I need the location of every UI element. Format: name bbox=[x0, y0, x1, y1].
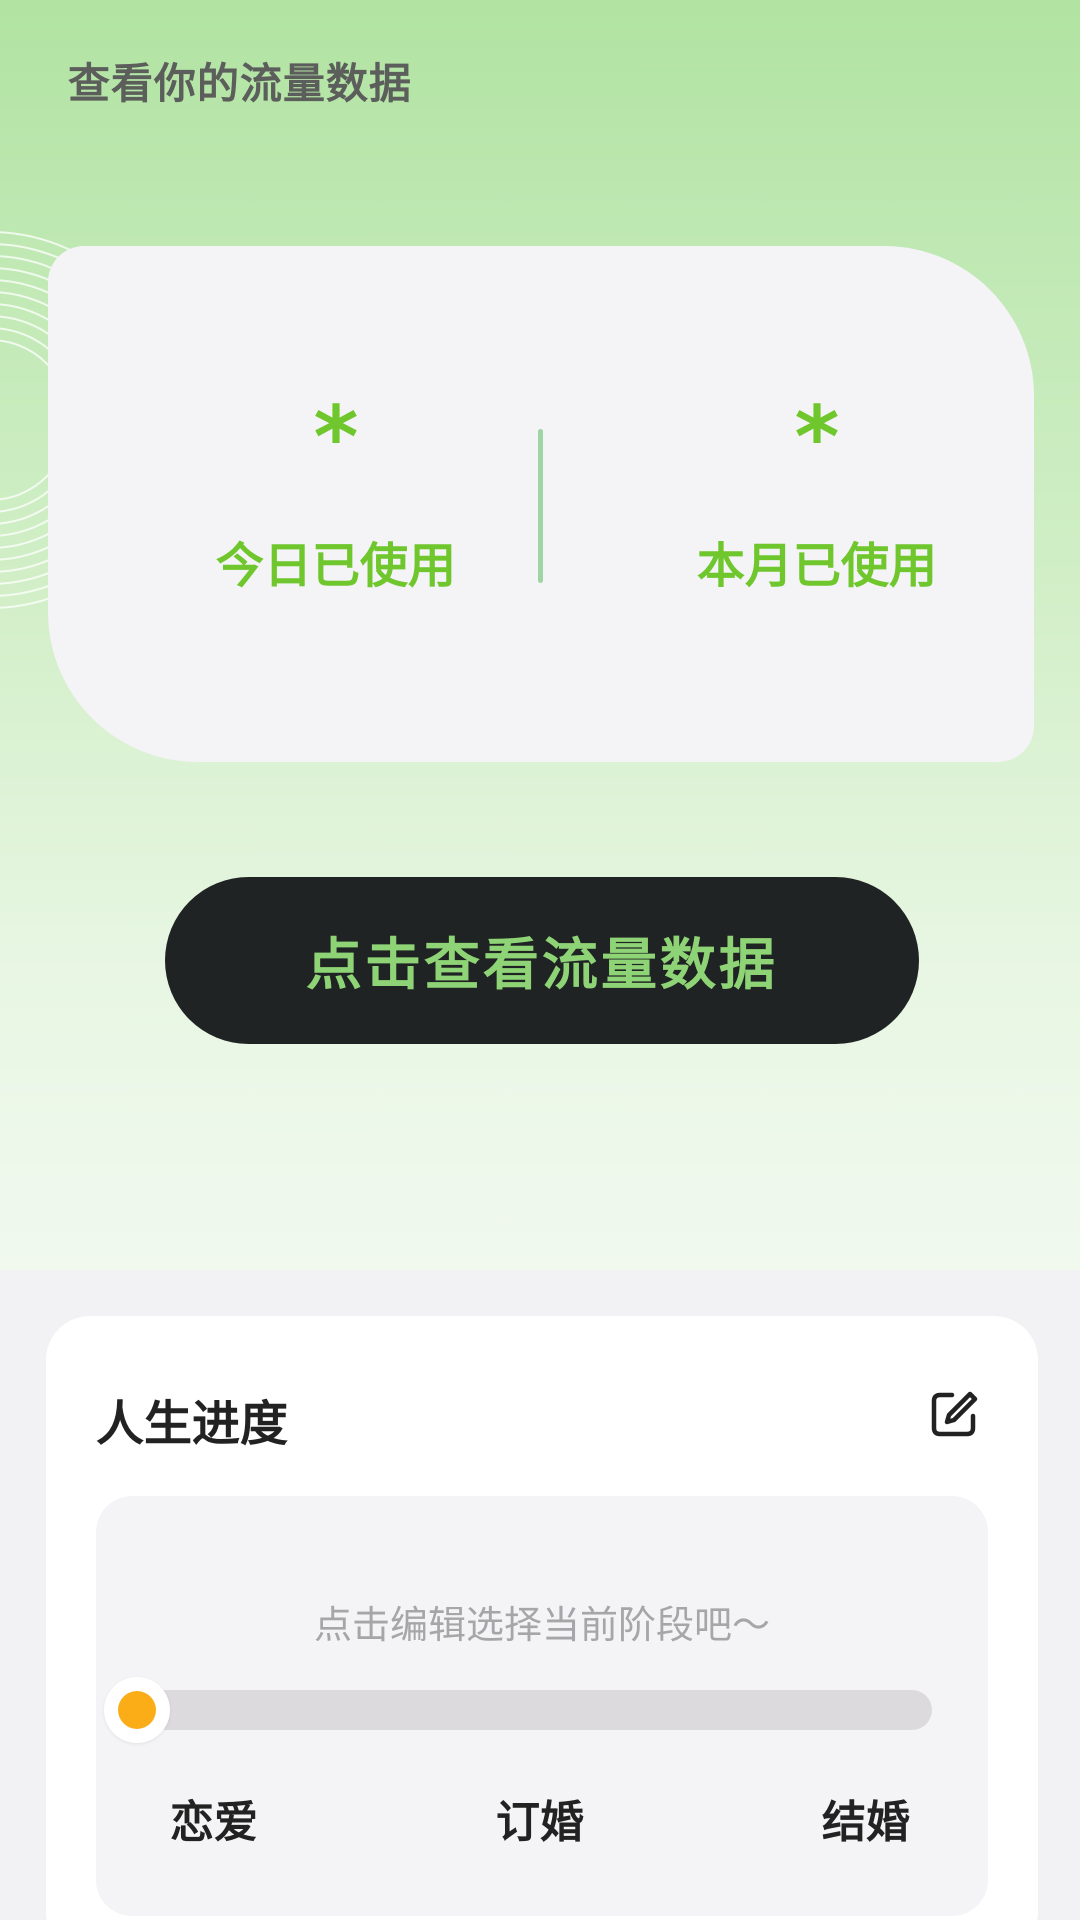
progress-hint: 点击编辑选择当前阶段吧～ bbox=[313, 1603, 770, 1647]
life-progress-title: 人生进度 bbox=[96, 1396, 289, 1452]
month-usage: * 本月已使用 bbox=[667, 388, 967, 596]
today-usage-value: * bbox=[313, 388, 359, 488]
view-data-button[interactable]: 点击查看流量数据 bbox=[165, 877, 919, 1044]
progress-knob[interactable] bbox=[104, 1677, 170, 1743]
month-usage-label: 本月已使用 bbox=[696, 538, 937, 594]
stage-label-married: 结婚 bbox=[822, 1797, 910, 1848]
life-progress-card: 人生进度 点击编辑选择当前阶段吧～ 恋爱 订婚 结婚 bbox=[46, 1316, 1038, 1920]
progress-knob-dot bbox=[118, 1691, 156, 1729]
hero-section: 查看你的流量数据 * 今日已使用 * 本月已使用 点击查看流量数据 bbox=[0, 0, 1080, 1270]
usage-card: * 今日已使用 * 本月已使用 bbox=[48, 246, 1034, 762]
stage-label-engaged: 订婚 bbox=[496, 1797, 584, 1848]
progress-panel[interactable]: 点击编辑选择当前阶段吧～ 恋爱 订婚 结婚 bbox=[96, 1496, 988, 1916]
stage-label-love: 恋爱 bbox=[170, 1797, 258, 1848]
month-usage-value: * bbox=[794, 388, 840, 488]
usage-divider bbox=[538, 429, 543, 583]
page-title: 查看你的流量数据 bbox=[68, 59, 413, 108]
today-usage: * 今日已使用 bbox=[186, 388, 486, 596]
today-usage-label: 今日已使用 bbox=[215, 538, 456, 594]
edit-icon[interactable] bbox=[926, 1386, 982, 1442]
progress-track[interactable] bbox=[120, 1690, 932, 1730]
